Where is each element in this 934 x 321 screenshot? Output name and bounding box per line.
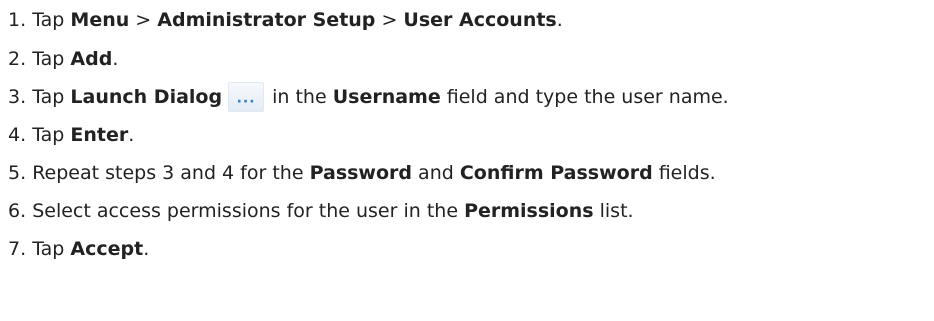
step-number: 6. <box>8 200 27 222</box>
step-5: 5. Repeat steps 3 and 4 for the Password… <box>8 154 934 192</box>
step-1: 1. Tap Menu > Administrator Setup > User… <box>8 0 934 40</box>
step-text: in the <box>266 86 333 108</box>
step-text: . <box>556 9 563 31</box>
step-text: . <box>128 124 135 146</box>
step-number: 2. <box>8 48 27 70</box>
step-text: Tap <box>32 9 71 31</box>
step-text: > <box>129 9 158 31</box>
ellipsis-glyph: ··· <box>236 94 256 110</box>
ui-term-confirm-password: Confirm Password <box>459 162 653 184</box>
ui-term-permissions: Permissions <box>464 200 594 222</box>
ui-term-launch-dialog: Launch Dialog <box>70 86 223 108</box>
ui-term-user-accounts: User Accounts <box>403 9 557 31</box>
step-7: 7. Tap Accept. <box>8 230 934 268</box>
step-text: list. <box>593 200 634 222</box>
step-number: 1. <box>8 9 27 31</box>
ui-term-username: Username <box>332 86 441 108</box>
step-text: Tap <box>32 48 71 70</box>
step-text: fields. <box>652 162 716 184</box>
step-text: Repeat steps 3 and 4 for the <box>32 162 310 184</box>
step-text: Tap <box>32 124 71 146</box>
step-number: 4. <box>8 124 27 146</box>
ui-term-administrator-setup: Administrator Setup <box>157 9 376 31</box>
step-6: 6. Select access permissions for the use… <box>8 192 934 230</box>
step-text: > <box>375 9 404 31</box>
ui-term-add: Add <box>70 48 113 70</box>
step-text: and <box>412 162 460 184</box>
ellipsis-launch-dialog-icon: ··· <box>228 82 265 112</box>
step-2: 2. Tap Add. <box>8 40 934 78</box>
step-text: Tap <box>32 238 71 260</box>
step-text: Tap <box>32 86 71 108</box>
step-number: 5. <box>8 162 27 184</box>
step-text: . <box>112 48 119 70</box>
step-4: 4. Tap Enter. <box>8 116 934 154</box>
instruction-steps: 1. Tap Menu > Administrator Setup > User… <box>0 0 934 268</box>
step-3: 3. Tap Launch Dialog ··· in the Username … <box>8 78 934 116</box>
step-text: Select access permissions for the user i… <box>32 200 465 222</box>
ui-term-menu: Menu <box>70 9 130 31</box>
step-text: field and type the user name. <box>440 86 729 108</box>
ui-term-accept: Accept <box>70 238 144 260</box>
step-text: . <box>143 238 150 260</box>
ui-term-password: Password <box>309 162 413 184</box>
step-number: 3. <box>8 86 27 108</box>
ui-term-enter: Enter <box>70 124 129 146</box>
step-number: 7. <box>8 238 27 260</box>
